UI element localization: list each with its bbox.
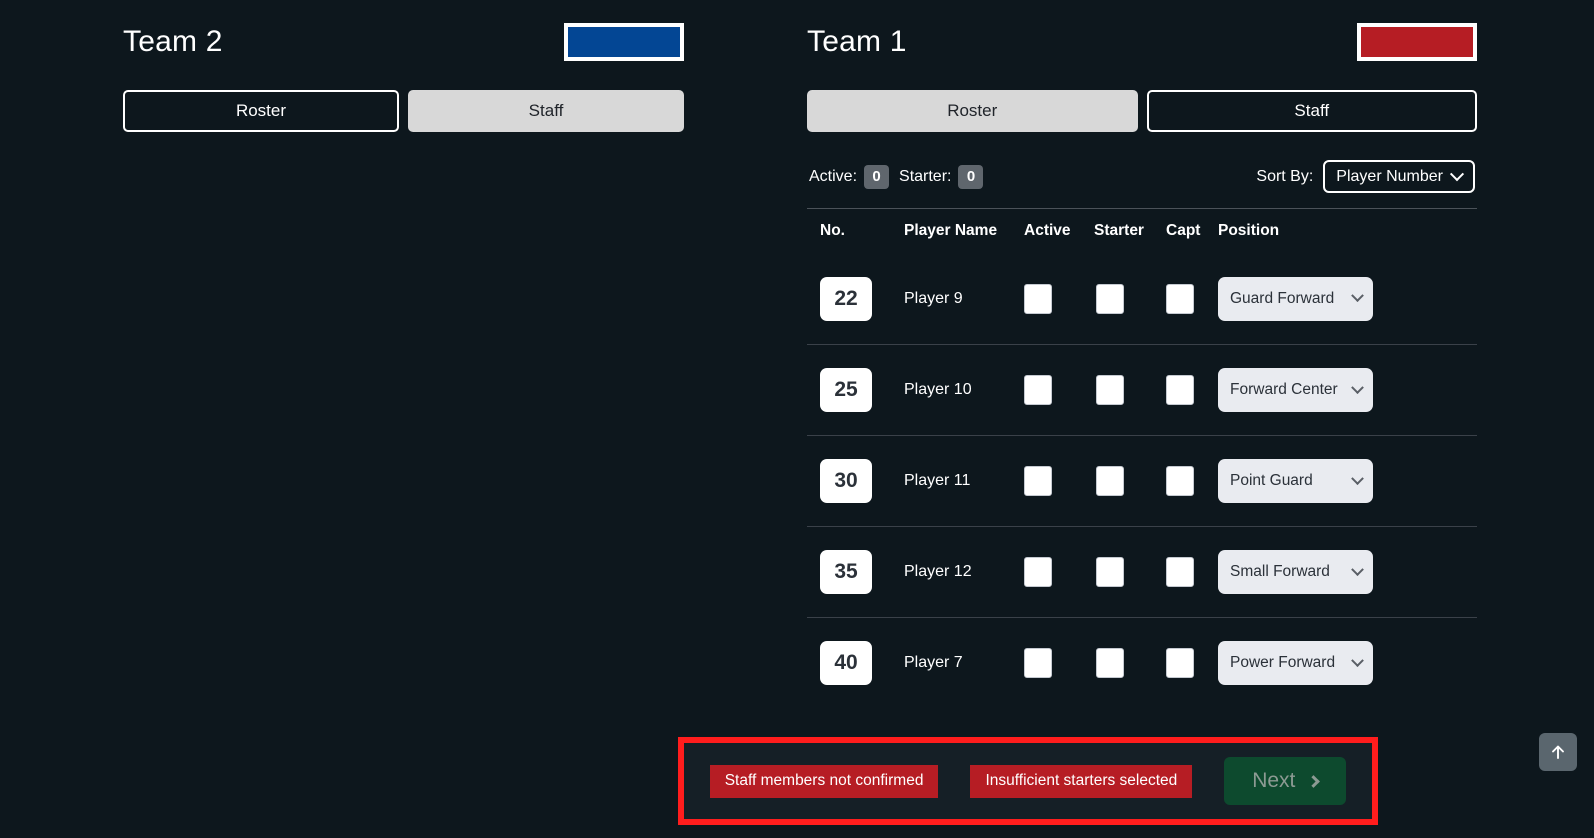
- sort-by-value: Player Number: [1336, 167, 1443, 185]
- team-title-team2: Team 2: [123, 25, 223, 58]
- active-counter-value: 0: [864, 164, 890, 189]
- starter-counter: Starter: 0: [899, 164, 984, 189]
- tab-team1-roster[interactable]: Roster: [807, 90, 1138, 132]
- next-button-label: Next: [1252, 769, 1296, 792]
- starter-checkbox[interactable]: [1096, 466, 1124, 496]
- player-number-box[interactable]: 30: [820, 459, 872, 503]
- position-value: Power Forward: [1230, 654, 1336, 671]
- chevron-right-icon: [1307, 774, 1321, 788]
- table-row: 40 Player 7 Power Forward: [807, 617, 1477, 708]
- position-select[interactable]: Power Forward: [1218, 641, 1373, 685]
- team-color-swatch-team2: [564, 23, 684, 61]
- team2-tabs: Roster Staff: [123, 90, 684, 132]
- table-row: 30 Player 11 Point Guard: [807, 435, 1477, 526]
- chevron-down-icon: [1351, 289, 1364, 303]
- starter-checkbox[interactable]: [1096, 375, 1124, 405]
- captain-checkbox[interactable]: [1166, 557, 1194, 587]
- team-color-fill: [568, 27, 680, 57]
- column-header-name: Player Name: [904, 222, 998, 239]
- player-name: Player 10: [904, 381, 972, 398]
- table-row: 35 Player 12 Small Forward: [807, 526, 1477, 617]
- sort-by-control: Sort By: Player Number: [1256, 160, 1475, 193]
- team-title-team1: Team 1: [807, 25, 907, 58]
- active-checkbox[interactable]: [1024, 557, 1052, 587]
- tab-label: Staff: [1294, 101, 1330, 120]
- active-checkbox[interactable]: [1024, 648, 1052, 678]
- column-header-no: No.: [820, 222, 845, 239]
- active-checkbox[interactable]: [1024, 466, 1052, 496]
- column-header-position: Position: [1218, 222, 1280, 239]
- active-checkbox[interactable]: [1024, 283, 1052, 314]
- chevron-down-icon: [1351, 562, 1364, 576]
- captain-checkbox[interactable]: [1166, 466, 1194, 496]
- active-checkbox[interactable]: [1024, 375, 1052, 405]
- player-number-box[interactable]: 35: [820, 550, 872, 594]
- position-select[interactable]: Small Forward: [1218, 550, 1373, 594]
- column-header-starter: Starter: [1094, 222, 1144, 239]
- starter-checkbox[interactable]: [1096, 283, 1124, 314]
- active-counter-label: Active:: [809, 167, 858, 185]
- position-value: Forward Center: [1230, 381, 1338, 398]
- table-row: 22 Player 9 Guard Forward: [807, 253, 1477, 344]
- roster-toolbar: Active: 0 Starter: 0 Sort By: Player Num…: [807, 160, 1477, 193]
- alert-staff-not-confirmed: Staff members not confirmed: [709, 764, 939, 798]
- column-header-active: Active: [1024, 222, 1071, 239]
- table-row: 25 Player 10 Forward Center: [807, 344, 1477, 435]
- sort-by-select[interactable]: Player Number: [1323, 160, 1475, 193]
- roster-table-body: 22 Player 9 Guard Forward 25 Player 10 Forwar…: [807, 253, 1477, 708]
- position-select[interactable]: Guard Forward: [1218, 276, 1373, 321]
- tab-label: Staff: [528, 101, 564, 120]
- alert-insufficient-starters: Insufficient starters selected: [970, 764, 1193, 798]
- roster-setup-screen: Team 2 Roster Staff Team 1 Roster Staff …: [0, 0, 1594, 838]
- scroll-to-top-button[interactable]: [1539, 733, 1577, 771]
- player-name: Player 7: [904, 654, 963, 671]
- chevron-down-icon: [1351, 653, 1364, 667]
- player-number-box[interactable]: 40: [820, 641, 872, 685]
- next-button[interactable]: Next: [1224, 757, 1347, 805]
- team-panel-team1: Team 1 Roster Staff Active: 0 Starter: 0…: [797, 0, 1594, 838]
- column-header-capt: Capt: [1166, 222, 1201, 239]
- team-header-team1: Team 1: [807, 0, 1477, 76]
- starter-checkbox[interactable]: [1096, 557, 1124, 587]
- starter-checkbox[interactable]: [1096, 648, 1124, 678]
- chevron-down-icon: [1449, 166, 1465, 181]
- arrow-up-icon: [1552, 745, 1564, 759]
- tab-team2-roster[interactable]: Roster: [123, 90, 399, 132]
- active-counter: Active: 0: [809, 164, 890, 189]
- position-value: Small Forward: [1230, 563, 1330, 580]
- team1-tabs: Roster Staff: [807, 90, 1477, 132]
- tab-label: Roster: [947, 101, 998, 120]
- player-name: Player 12: [904, 563, 972, 580]
- position-value: Point Guard: [1230, 472, 1313, 489]
- captain-checkbox[interactable]: [1166, 375, 1194, 405]
- sort-by-label: Sort By:: [1256, 167, 1314, 185]
- player-name: Player 9: [904, 289, 963, 307]
- starter-counter-value: 0: [958, 164, 984, 189]
- player-number-box[interactable]: 22: [820, 276, 872, 321]
- roster-counters: Active: 0 Starter: 0: [809, 164, 984, 189]
- tab-team2-staff[interactable]: Staff: [408, 90, 684, 132]
- team-color-swatch-team1: [1357, 23, 1477, 61]
- chevron-down-icon: [1351, 380, 1364, 394]
- team-panel-team2: Team 2 Roster Staff: [0, 0, 797, 838]
- roster-table-header: No. Player Name Active Starter Capt Posi…: [807, 209, 1477, 253]
- chevron-down-icon: [1351, 471, 1364, 485]
- player-name: Player 11: [904, 472, 971, 489]
- roster-table: No. Player Name Active Starter Capt Posi…: [807, 208, 1477, 708]
- captain-checkbox[interactable]: [1166, 648, 1194, 678]
- starter-counter-label: Starter:: [899, 167, 952, 185]
- player-number-box[interactable]: 25: [820, 368, 872, 412]
- position-select[interactable]: Forward Center: [1218, 368, 1373, 412]
- team-color-fill: [1361, 27, 1473, 57]
- captain-checkbox[interactable]: [1166, 283, 1194, 314]
- bottom-action-bar: Staff members not confirmed Insufficient…: [678, 737, 1378, 825]
- team-header-team2: Team 2: [123, 0, 684, 76]
- position-value: Guard Forward: [1230, 289, 1335, 307]
- position-select[interactable]: Point Guard: [1218, 459, 1373, 503]
- tab-label: Roster: [235, 101, 287, 120]
- tab-team1-staff[interactable]: Staff: [1146, 90, 1477, 132]
